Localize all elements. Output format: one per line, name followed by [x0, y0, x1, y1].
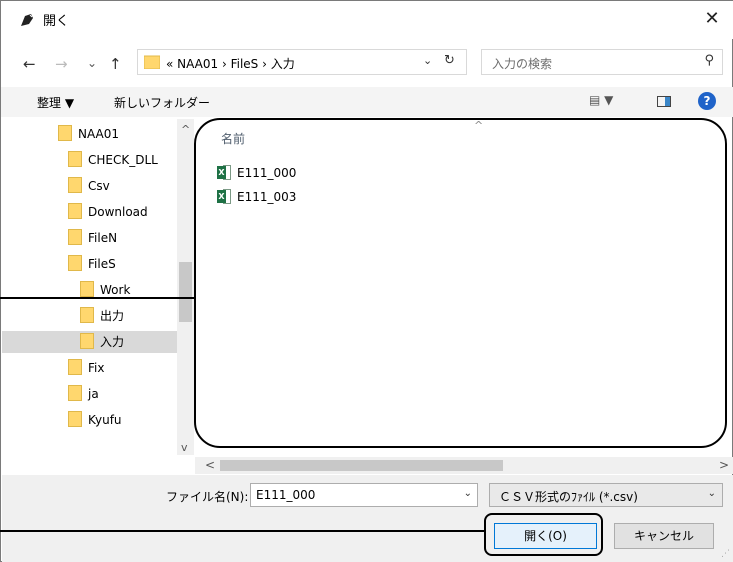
command-toolbar: 整理 ▼ 新しいフォルダー ▤ ▼ ?: [1, 87, 733, 117]
folder-icon: [68, 385, 82, 401]
tree-item-label: Download: [88, 205, 148, 219]
folder-icon: [68, 359, 82, 375]
tree-item-kyufu[interactable]: Kyufu: [68, 409, 122, 431]
chevron-down-icon[interactable]: ⌄: [423, 54, 432, 67]
help-icon[interactable]: ?: [698, 92, 716, 110]
address-bar[interactable]: « NAA01 › FileS › 入力 ⌄ ↻: [137, 49, 467, 75]
folder-icon: [80, 307, 94, 323]
tree-item-files[interactable]: FileS: [68, 253, 116, 275]
folder-tree: NAA01 CHECK_DLL Csv Download FileN FileS…: [2, 119, 195, 455]
new-folder-button[interactable]: 新しいフォルダー: [114, 94, 210, 111]
folder-icon: [68, 177, 82, 193]
scroll-up-icon[interactable]: ^: [181, 123, 190, 136]
tree-item-download[interactable]: Download: [68, 201, 148, 223]
app-icon: [21, 14, 33, 26]
refresh-icon[interactable]: ↻: [444, 53, 455, 68]
tree-item-label: NAA01: [78, 127, 119, 141]
organize-button[interactable]: 整理 ▼: [37, 94, 74, 111]
folder-icon: [80, 281, 94, 297]
recent-locations-button[interactable]: ⌄: [87, 56, 97, 70]
scroll-thumb[interactable]: [220, 460, 503, 471]
tree-item-filen[interactable]: FileN: [68, 227, 117, 249]
filename-label: ファイル名(N):: [166, 490, 249, 504]
tree-item-csv[interactable]: Csv: [68, 175, 110, 197]
file-type-select[interactable]: ＣＳＶ形式のﾌｧｲﾙ (*.csv) ⌄: [489, 483, 723, 507]
breadcrumb[interactable]: « NAA01 › FileS › 入力: [166, 55, 295, 72]
tree-item-label: CHECK_DLL: [88, 153, 158, 167]
folder-icon: [144, 55, 160, 69]
tree-item-label: ja: [88, 387, 99, 401]
folder-icon: [80, 333, 94, 349]
search-placeholder: 入力の検索: [492, 57, 553, 71]
close-button[interactable]: ✕: [700, 7, 724, 31]
tree-item-input[interactable]: 入力: [2, 331, 177, 353]
chevron-down-icon[interactable]: ⌄: [708, 488, 716, 499]
tree-item-label: 出力: [100, 309, 125, 323]
filename-value: E111_000: [256, 488, 316, 502]
window-title: 開く: [43, 14, 70, 29]
title-bar: 開く ✕: [1, 1, 733, 39]
search-input[interactable]: 入力の検索 ⚲: [481, 49, 723, 75]
dialog-footer: ファイル名(N): E111_000 ⌄ ＣＳＶ形式のﾌｧｲﾙ (*.csv) …: [2, 475, 733, 562]
scroll-down-icon[interactable]: v: [181, 441, 188, 454]
tree-item-label: FileN: [88, 231, 118, 245]
tree-item-label: FileS: [88, 257, 116, 271]
scroll-left-icon[interactable]: <: [205, 458, 215, 472]
open-button-callout: [484, 513, 603, 556]
resize-grip-icon[interactable]: ⋰: [721, 549, 730, 559]
view-options-button[interactable]: ▤ ▼: [589, 93, 613, 107]
filename-input[interactable]: E111_000 ⌄: [250, 483, 478, 507]
file-type-value: ＣＳＶ形式のﾌｧｲﾙ (*.csv): [499, 490, 638, 504]
scroll-right-icon[interactable]: >: [719, 458, 729, 472]
file-list-callout-line: [0, 297, 195, 299]
scroll-thumb[interactable]: [179, 262, 192, 322]
folder-icon: [58, 125, 72, 141]
chevron-down-icon[interactable]: ⌄: [464, 488, 472, 499]
back-button[interactable]: ←: [23, 55, 36, 73]
tree-item-naa01[interactable]: NAA01: [58, 123, 119, 145]
tree-item-label: Csv: [88, 179, 110, 193]
tree-item-label: Work: [100, 283, 131, 297]
folder-icon: [68, 203, 82, 219]
tree-item-label: Kyufu: [88, 413, 122, 427]
preview-pane-icon[interactable]: [657, 96, 671, 107]
search-icon[interactable]: ⚲: [704, 53, 714, 68]
folder-icon: [68, 411, 82, 427]
cancel-button[interactable]: キャンセル: [614, 523, 714, 549]
tree-scrollbar[interactable]: ^ v: [177, 119, 194, 455]
folder-icon: [68, 229, 82, 245]
folder-icon: [68, 151, 82, 167]
tree-item-label: Fix: [88, 361, 105, 375]
open-button-callout-line: [0, 530, 485, 532]
file-list-hscrollbar[interactable]: < >: [195, 457, 733, 474]
folder-icon: [68, 255, 82, 271]
tree-item-label: 入力: [100, 335, 125, 349]
up-button[interactable]: ↑: [109, 55, 122, 73]
tree-item-fix[interactable]: Fix: [68, 357, 104, 379]
forward-button[interactable]: →: [55, 55, 68, 73]
tree-item-output[interactable]: 出力: [80, 305, 124, 327]
tree-item-check-dll[interactable]: CHECK_DLL: [68, 149, 158, 171]
file-list-callout: [194, 118, 727, 448]
tree-item-ja[interactable]: ja: [68, 383, 99, 405]
